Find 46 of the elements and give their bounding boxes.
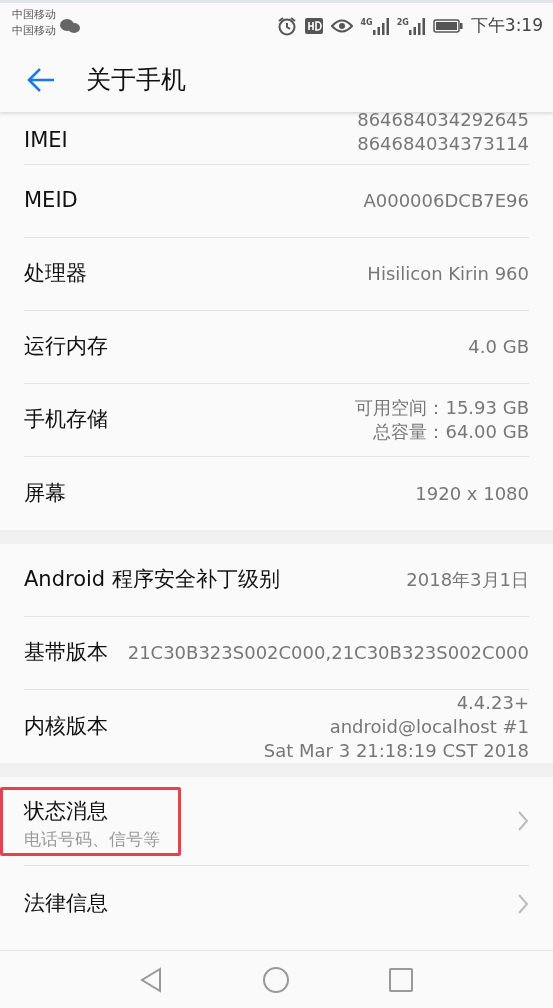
row-value: 864684034292645 [357,112,529,132]
row-label: Android 程序安全补丁级别 [24,566,280,594]
row-label: 基带版本 [24,639,108,667]
carrier-name: 中国移动 [12,23,56,39]
row-value: 可用空间：15.93 GB [355,396,529,420]
network-label: 4G [360,16,373,29]
row-value: 4.4.23+ [455,690,529,715]
battery-icon [432,18,463,33]
chevron-right-icon [517,810,529,832]
screen-title: 关于手机 [86,64,186,97]
row-value: 21C30B323S002C000,21C30B323S002C000 [127,641,529,665]
carrier-name: 中国移动 [12,7,56,23]
eye-icon [330,17,353,34]
row-label: 法律信息 [24,889,108,917]
row-value: 1920 x 1080 [415,481,529,506]
settings-row[interactable]: 状态消息 电话号码、信号等 [0,777,553,865]
back-arrow-icon [26,67,56,93]
signal-icon [408,16,425,35]
back-button[interactable] [26,67,56,93]
chat-icon [59,17,81,35]
row-label: 屏幕 [24,479,66,507]
row-value: Sat Mar 3 21:18:19 CST 2018 [263,738,529,763]
signal-icon [372,16,389,35]
row-value: 4.0 GB [468,335,529,359]
row-label: 状态消息 [24,797,109,825]
row-value: android@localhost #1 [328,714,529,739]
row-label: 手机存储 [24,406,108,434]
row-subtitle: 电话号码、信号等 [24,828,161,851]
row-label: 内核版本 [24,712,108,740]
row-value: 864684034373114 [357,132,529,156]
row-label: IMEI [24,126,68,154]
status-time: 下午3:19 [470,14,543,37]
hd-icon [304,17,323,34]
row-value: 2018年3月1日 [406,568,529,592]
row-label: 处理器 [24,260,87,288]
alarm-icon [276,15,297,36]
row-label: MEID [24,187,78,215]
row-label: 运行内存 [24,333,108,361]
settings-row[interactable]: 法律信息 [0,866,553,941]
network-label: 2G [396,16,409,29]
chevron-right-icon [517,892,529,915]
home-icon [262,965,291,994]
row-value: Hisilicon Kirin 960 [367,262,529,286]
row-value: 总容量：64.00 GB [372,420,529,444]
recents-icon [386,965,415,994]
row-value: A000006DCB7E96 [363,189,529,213]
